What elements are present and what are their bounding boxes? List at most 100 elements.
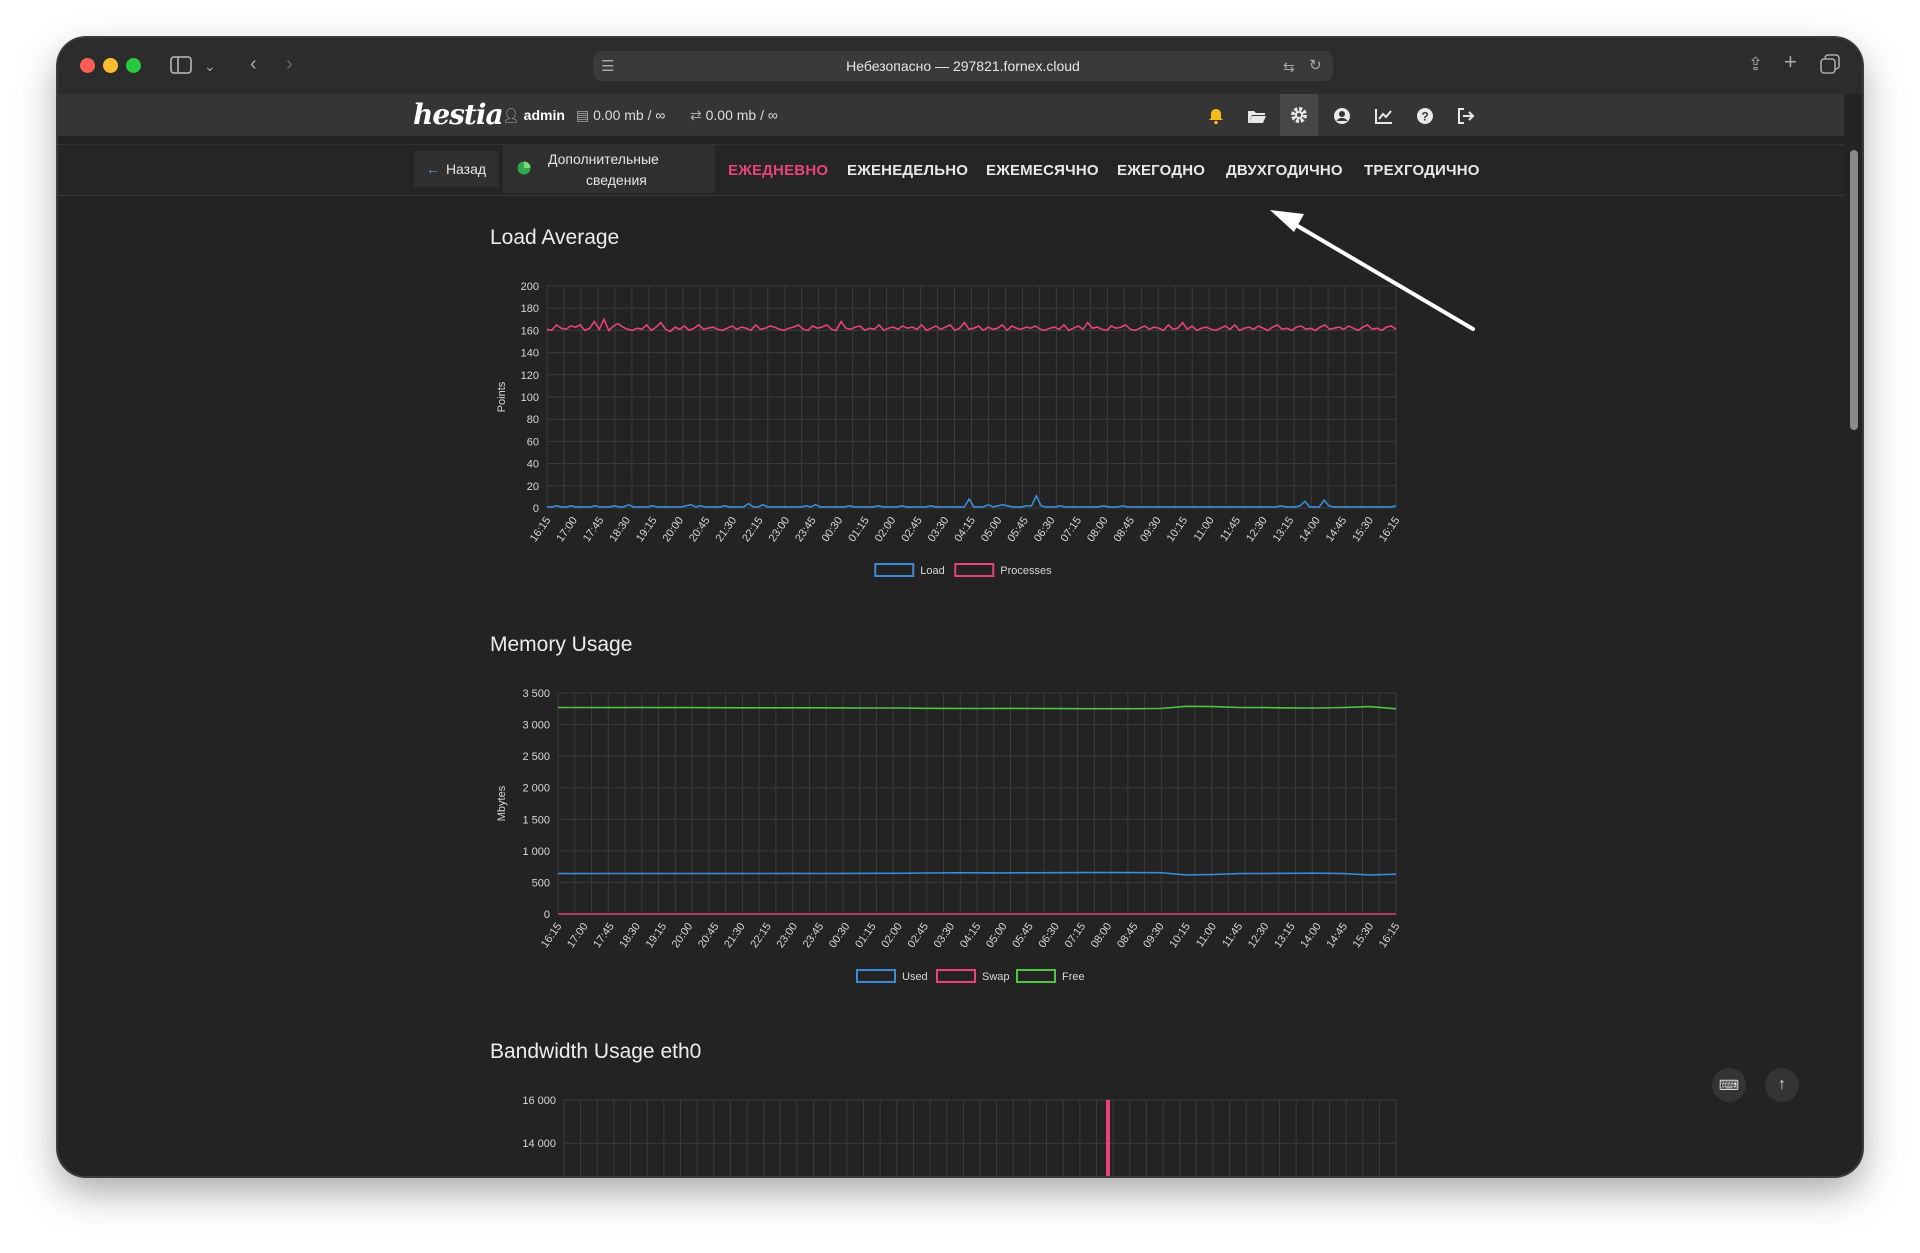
y-tick-label: 2 000 [522,783,550,795]
x-tick-label: 02:45 [899,515,925,544]
x-tick-label: 05:00 [984,921,1010,950]
minimize-window-button[interactable] [103,58,118,73]
y-tick-label: 3 500 [522,688,550,700]
x-tick-label: 08:45 [1112,515,1138,544]
legend-label: Processes [1000,565,1052,577]
notifications-bell-icon[interactable] [1204,105,1228,127]
forward-arrow-icon[interactable]: › [286,54,293,74]
period-subnav: ← Назад Дополнительные сведения ЕЖЕДНЕВН… [58,144,1844,196]
x-tick-label: 11:45 [1220,921,1245,950]
tab-biennial[interactable]: ДВУХГОДИЧНО [1226,162,1343,179]
x-tick-label: 11:00 [1192,515,1217,544]
x-tick-label: 16:15 [1377,515,1403,544]
x-tick-label: 18:30 [617,921,643,950]
bandwidth-icon: ⇄ [690,107,702,123]
x-tick-label: 04:15 [952,515,978,544]
x-tick-label: 05:45 [1005,515,1031,544]
close-window-button[interactable] [80,58,95,73]
x-tick-label: 19:15 [644,921,670,950]
x-tick-label: 07:15 [1063,921,1089,950]
tab-triennial[interactable]: ТРЕХГОДИЧНО [1364,162,1480,179]
browser-window: ⌄ ‹ › ☰ Небезопасно — 297821.fornex.clou… [58,38,1862,1176]
series-line-load [547,493,1397,508]
load-average-title: Load Average [490,226,620,249]
bandwidth-spike [1106,1100,1110,1176]
legend-label: Swap [982,971,1010,983]
user-name: admin [523,107,565,123]
share-icon[interactable]: ⇪ [1748,54,1763,74]
chevron-down-icon[interactable]: ⌄ [204,56,216,76]
legend-swatch-free [1016,969,1056,983]
x-tick-label: 17:45 [591,921,617,950]
sidebar-toggle-icon[interactable] [170,55,192,79]
y-tick-label: 2 500 [522,751,550,763]
disk-stat: ▤ 0.00 mb / ∞ [576,107,665,124]
x-tick-label: 17:45 [581,515,607,544]
x-tick-label: 20:45 [696,921,722,950]
x-tick-label: 02:00 [873,515,899,544]
statistics-chart-icon[interactable] [1372,105,1396,127]
x-tick-label: 09:30 [1138,515,1164,544]
tabs-overview-icon[interactable] [1820,54,1840,78]
bandwidth-stat: ⇄ 0.00 mb / ∞ [690,107,778,124]
translate-icon[interactable]: ⇆ [1283,57,1295,77]
x-tick-label: 14:45 [1324,515,1350,544]
tab-monthly[interactable]: ЕЖЕМЕСЯЧНО [986,162,1099,179]
x-tick-label: 14:45 [1324,921,1350,950]
new-tab-icon[interactable]: + [1784,51,1797,73]
y-tick-label: 3 000 [522,720,550,732]
browser-titlebar: ⌄ ‹ › ☰ Небезопасно — 297821.fornex.clou… [58,38,1862,94]
x-tick-label: 22:15 [740,515,766,544]
tab-yearly[interactable]: ЕЖЕГОДНО [1117,162,1205,179]
more-details-button[interactable]: Дополнительные сведения [503,145,715,193]
keyboard-shortcuts-button[interactable]: ⌨ [1712,1068,1746,1102]
x-tick-label: 20:45 [687,515,713,544]
address-bar[interactable]: ☰ Небезопасно — 297821.fornex.cloud ⇆ ↻ [593,51,1333,81]
file-manager-folder-icon[interactable] [1245,105,1269,127]
annotation-arrow [1270,210,1475,331]
y-tick-label: 20 [527,481,539,493]
y-axis-label: Mbytes [496,785,508,821]
x-tick-label: 08:45 [1115,921,1141,950]
tab-daily[interactable]: ЕЖЕДНЕВНО [728,162,828,179]
x-tick-label: 02:00 [879,921,905,950]
legend-label: Load [920,565,944,577]
logout-icon[interactable] [1454,105,1478,127]
hestia-logo[interactable]: hestia [413,98,504,131]
zoom-window-button[interactable] [126,58,141,73]
scroll-to-top-button[interactable]: ↑ [1765,1068,1799,1102]
x-tick-label: 12:30 [1244,515,1270,544]
y-tick-label: 16 000 [522,1095,556,1107]
back-arrow-icon[interactable]: ‹ [250,54,257,74]
x-tick-label: 10:15 [1165,515,1191,544]
back-button[interactable]: ← Назад [414,151,498,187]
legend-swatch-load [874,563,915,577]
x-tick-label: 16:15 [1377,921,1403,950]
app-topbar: hestia 👤︎ admin ▤ 0.00 mb / ∞ ⇄ 0.00 mb … [58,94,1844,136]
legend-swatch-used [856,969,896,983]
y-tick-label: 160 [521,325,539,337]
x-tick-label: 23:45 [801,921,827,950]
x-tick-label: 03:30 [932,921,958,950]
x-tick-label: 12:30 [1246,921,1272,950]
arrow-up-icon: ↑ [1778,1076,1786,1093]
help-question-icon[interactable]: ? [1413,105,1437,127]
x-tick-label: 03:30 [926,515,952,544]
reload-icon[interactable]: ↻ [1309,56,1322,76]
x-tick-label: 08:00 [1089,921,1115,950]
y-tick-label: 0 [544,909,550,921]
y-tick-label: 14 000 [522,1138,556,1150]
x-tick-label: 11:00 [1194,921,1219,950]
x-tick-label: 02:45 [905,921,931,950]
page-scrollbar[interactable] [1850,150,1858,430]
server-settings-gear-icon[interactable] [1280,94,1318,136]
user-stat[interactable]: 👤︎ admin [502,107,565,124]
x-tick-label: 00:30 [820,515,846,544]
user-account-icon[interactable] [1330,105,1354,127]
x-tick-label: 13:15 [1272,921,1298,950]
keyboard-icon: ⌨ [1718,1076,1740,1093]
y-tick-label: 140 [521,348,539,360]
x-tick-label: 05:00 [979,515,1005,544]
tab-weekly[interactable]: ЕЖЕНЕДЕЛЬНО [847,162,968,179]
x-tick-label: 20:00 [660,515,686,544]
